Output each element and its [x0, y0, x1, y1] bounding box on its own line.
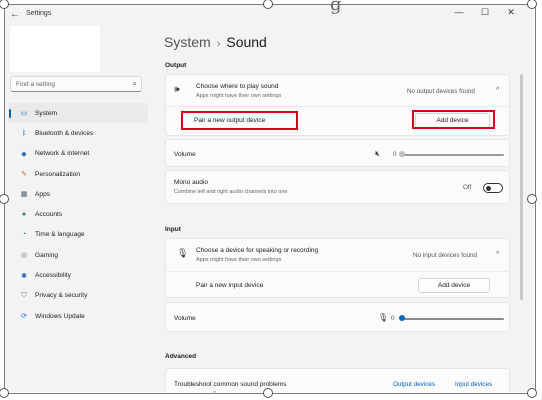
resize-handle[interactable]: [527, 194, 537, 204]
cropped-fragment: ˇ: [213, 390, 216, 400]
cropped-heading-fragment: g: [330, 0, 342, 15]
resize-handle[interactable]: [527, 388, 537, 398]
image-frame: [4, 4, 536, 394]
resize-handle[interactable]: [0, 388, 9, 398]
resize-handle[interactable]: [263, 388, 273, 398]
